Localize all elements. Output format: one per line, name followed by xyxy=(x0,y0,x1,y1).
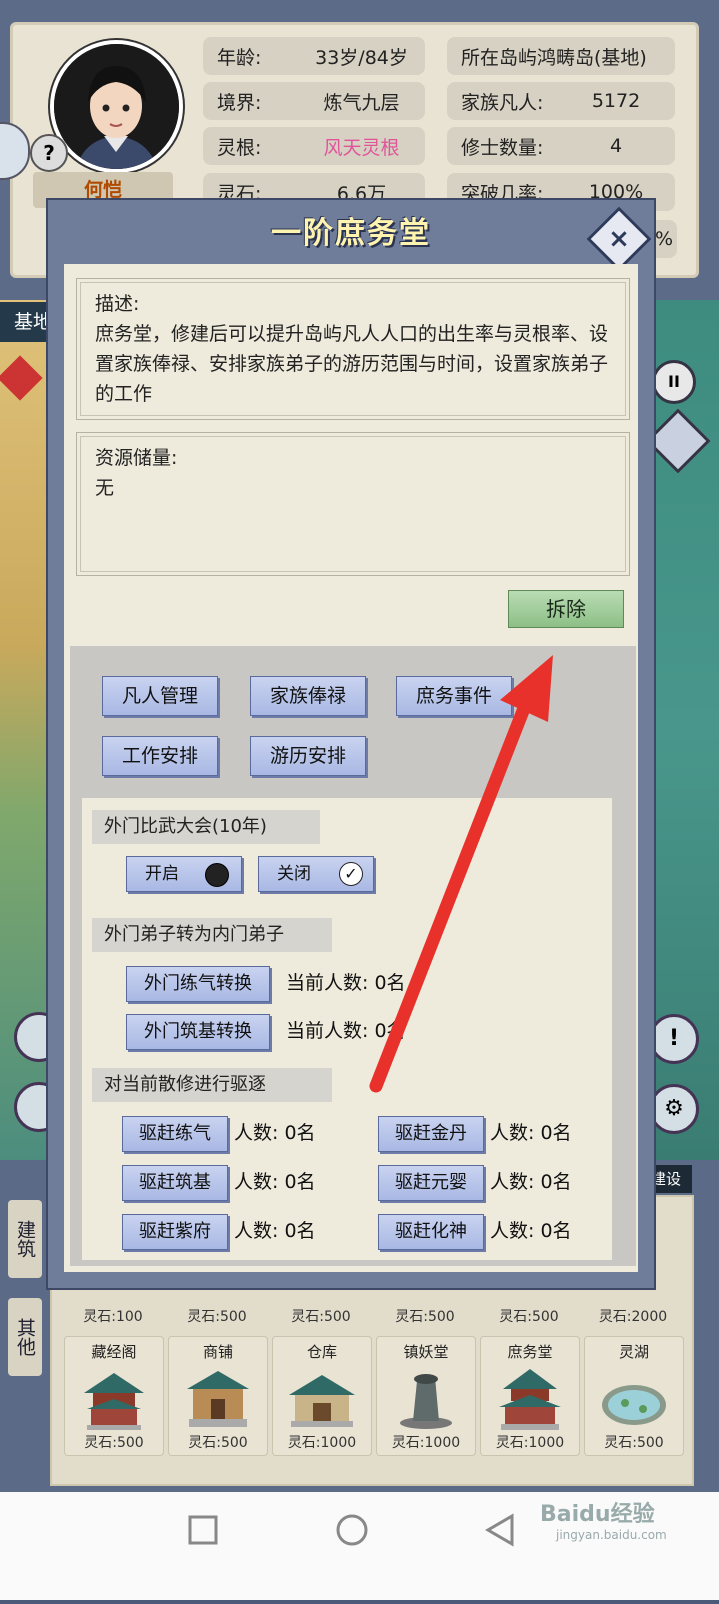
building-cost: 灵石:500 xyxy=(604,1435,664,1451)
mortal-management-button[interactable]: 凡人管理 xyxy=(102,676,218,716)
tournament-on-toggle[interactable]: 开启 xyxy=(126,856,242,892)
tab-buildings[interactable]: 建筑 xyxy=(8,1200,42,1278)
resource-label: 资源储量: xyxy=(95,447,178,469)
building-card[interactable]: 庶务堂 灵石:1000 xyxy=(480,1336,580,1456)
building-dialog: 一阶庶务堂 × 描述: 庶务堂，修建后可以提升岛屿凡人人口的出生率与灵根率、设置… xyxy=(46,198,656,1290)
expel-purple-mansion-count: 人数: 0名 xyxy=(234,1220,316,1242)
description-box: 描述: 庶务堂，修建后可以提升岛屿凡人人口的出生率与灵根率、设置家族俸禄、安排家… xyxy=(76,278,630,420)
watermark-url: jingyan.baidu.com xyxy=(556,1528,667,1542)
home-icon xyxy=(336,1514,368,1546)
dialog-body: 描述: 庶务堂，修建后可以提升岛屿凡人人口的出生率与灵根率、设置家族俸禄、安排家… xyxy=(64,264,638,1272)
dialog-title: 一阶庶务堂 xyxy=(271,216,431,251)
travel-arrangement-button[interactable]: 游历安排 xyxy=(250,736,366,776)
building-cost: 灵石:1000 xyxy=(495,1435,565,1451)
building-card[interactable]: 商铺 灵石:500 xyxy=(168,1336,268,1456)
expel-deity-button[interactable]: 驱赶化神 xyxy=(378,1214,484,1250)
tournament-off-toggle[interactable]: 关闭 ✓ xyxy=(258,856,374,892)
expel-nascent-soul-button[interactable]: 驱赶元婴 xyxy=(378,1165,484,1201)
expel-golden-core-count: 人数: 0名 xyxy=(490,1122,572,1144)
building-name: 仓库 xyxy=(306,1343,337,1361)
building-name: 灵湖 xyxy=(618,1343,649,1361)
warehouse-icon xyxy=(289,1375,355,1427)
radio-off-icon xyxy=(205,863,229,887)
building-cost: 灵石:1000 xyxy=(391,1435,461,1451)
building-card[interactable]: 藏经阁 灵石:500 xyxy=(64,1336,164,1456)
tournament-heading: 外门比武大会(10年) xyxy=(92,810,320,844)
expel-golden-core-button[interactable]: 驱赶金丹 xyxy=(378,1116,484,1152)
outer-foundation-count: 当前人数: 0名 xyxy=(286,1020,406,1042)
pause-icon[interactable]: II xyxy=(652,360,696,404)
building-card[interactable]: 镇妖堂 灵石:1000 xyxy=(376,1336,476,1456)
hall-icon xyxy=(499,1369,561,1430)
stat-cultivators: 修士数量: 4 xyxy=(447,127,675,165)
building-cost: 灵石:100 xyxy=(83,1309,143,1325)
building-cost: 灵石:500 xyxy=(188,1435,248,1451)
demolish-button[interactable]: 拆除 xyxy=(508,590,624,628)
outer-qi-count: 当前人数: 0名 xyxy=(286,972,406,994)
expel-qi-count: 人数: 0名 xyxy=(234,1122,316,1144)
resource-box: 资源储量: 无 xyxy=(76,432,630,576)
expel-heading: 对当前散修进行驱逐 xyxy=(92,1068,332,1102)
building-cost: 灵石:2000 xyxy=(598,1309,668,1325)
building-cost: 灵石:500 xyxy=(84,1435,144,1451)
expel-foundation-button[interactable]: 驱赶筑基 xyxy=(122,1165,228,1201)
stat-age: 年龄: 33岁/84岁 xyxy=(203,37,425,75)
help-button[interactable]: ? xyxy=(30,134,68,172)
stat-root: 灵根: 风天灵根 xyxy=(203,127,425,165)
outer-foundation-convert-button[interactable]: 外门筑基转换 xyxy=(126,1014,270,1050)
building-cost: 灵石:500 xyxy=(291,1309,351,1325)
building-cost: 灵石:500 xyxy=(187,1309,247,1325)
gear-icon[interactable]: ⚙ xyxy=(649,1084,699,1134)
expel-purple-mansion-button[interactable]: 驱赶紫府 xyxy=(122,1214,228,1250)
building-cost: 灵石:1000 xyxy=(287,1435,357,1451)
expel-qi-button[interactable]: 驱赶练气 xyxy=(122,1116,228,1152)
building-cost: 灵石:500 xyxy=(395,1309,455,1325)
stat-realm: 境界: 炼气九层 xyxy=(203,82,425,120)
avatar[interactable] xyxy=(50,40,183,173)
tab-other[interactable]: 其他 xyxy=(8,1298,42,1376)
exclamation-icon[interactable]: ! xyxy=(649,1014,699,1064)
building-card[interactable]: 灵湖 灵石:500 xyxy=(584,1336,684,1456)
pavilion-icon xyxy=(84,1373,144,1430)
stat-island: 所在岛屿鸿畴岛(基地) xyxy=(447,37,675,75)
tower-icon xyxy=(400,1374,452,1429)
system-nav-bar: Baidu经验 jingyan.baidu.com xyxy=(0,1492,719,1600)
lake-icon xyxy=(602,1385,666,1425)
building-name: 镇妖堂 xyxy=(403,1343,449,1361)
shop-icon xyxy=(187,1371,249,1427)
building-name: 藏经阁 xyxy=(91,1343,137,1361)
check-icon: ✓ xyxy=(339,862,363,886)
stat-mortals: 家族凡人: 5172 xyxy=(447,82,675,120)
family-salary-button[interactable]: 家族俸禄 xyxy=(250,676,366,716)
back-icon xyxy=(485,1513,514,1547)
expel-nascent-soul-count: 人数: 0名 xyxy=(490,1171,572,1193)
description-label: 描述: xyxy=(95,293,140,315)
watermark-logo: Baidu经验 xyxy=(540,1502,655,1527)
work-arrangement-button[interactable]: 工作安排 xyxy=(102,736,218,776)
description-text: 庶务堂，修建后可以提升岛屿凡人人口的出生率与灵根率、设置家族俸禄、安排家族弟子的… xyxy=(95,323,609,405)
resource-value: 无 xyxy=(95,477,115,499)
outer-qi-convert-button[interactable]: 外门练气转换 xyxy=(126,966,270,1002)
recent-apps-icon xyxy=(188,1515,218,1545)
building-card[interactable]: 仓库 灵石:1000 xyxy=(272,1336,372,1456)
building-name: 庶务堂 xyxy=(507,1343,553,1361)
building-name: 商铺 xyxy=(202,1343,233,1361)
building-cost: 灵石:500 xyxy=(499,1309,559,1325)
expel-deity-count: 人数: 0名 xyxy=(490,1220,572,1242)
promotion-heading: 外门弟子转为内门弟子 xyxy=(92,918,332,952)
affairs-event-button[interactable]: 庶务事件 xyxy=(396,676,512,716)
expel-foundation-count: 人数: 0名 xyxy=(234,1171,316,1193)
settings-section: 外门比武大会(10年) 开启 关闭 ✓ 外门弟子转为内门弟子 外门练气转换 当前人… xyxy=(82,798,612,1260)
close-icon: × xyxy=(608,224,630,254)
